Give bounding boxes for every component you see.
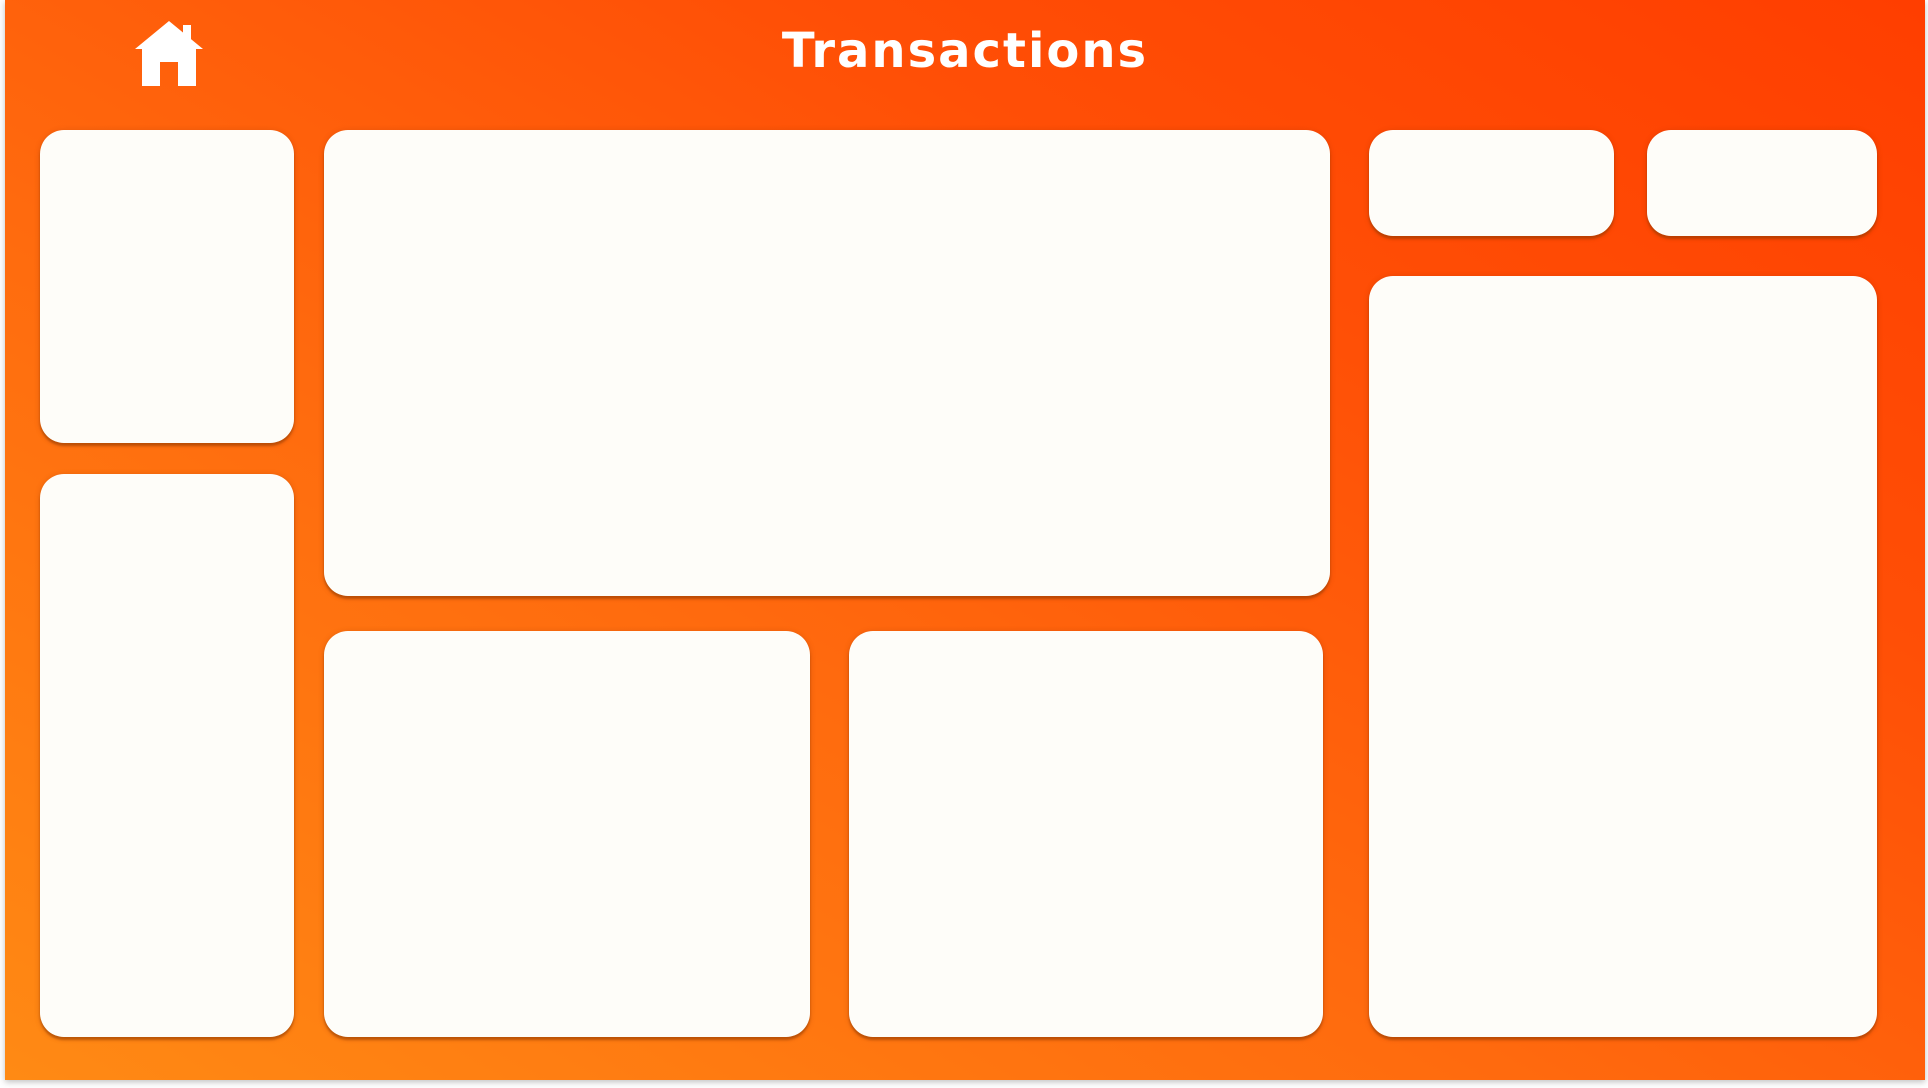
panel-right-tall <box>1369 276 1877 1037</box>
panel-right-top-right <box>1647 130 1877 236</box>
page-title: Transactions <box>781 23 1149 79</box>
panel-left-top <box>40 130 294 443</box>
panel-right-top-left <box>1369 130 1614 236</box>
panel-left-bottom <box>40 474 294 1037</box>
panel-center-bottom-right <box>849 631 1323 1037</box>
panel-center-bottom-left <box>324 631 810 1037</box>
panel-center-top <box>324 130 1330 596</box>
dashboard-frame: Transactions <box>5 0 1925 1080</box>
